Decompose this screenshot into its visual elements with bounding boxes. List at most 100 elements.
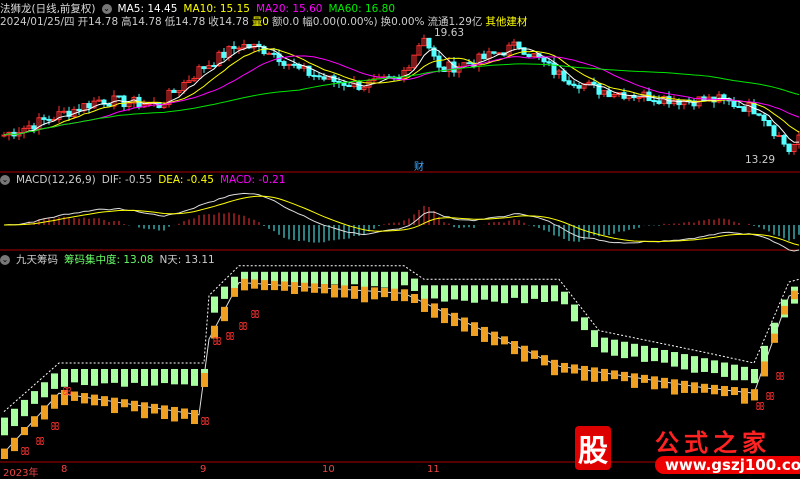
chip-upper-block — [571, 304, 578, 322]
chip-lower-block — [521, 345, 528, 362]
chip-upper-block — [111, 369, 118, 383]
chip-lower-block — [31, 416, 38, 427]
candle-body — [451, 61, 457, 73]
chip-lower-block — [431, 303, 438, 318]
logo-icon: 股 — [575, 426, 611, 470]
candle-body — [231, 46, 237, 49]
chip-lower-block — [501, 336, 508, 345]
chip-lower-block — [411, 294, 418, 304]
ma20-line — [3, 55, 800, 136]
chip-lower-block — [571, 364, 578, 374]
butterfly-signal-icon: ꕥ — [20, 445, 30, 458]
chip-upper-block — [701, 358, 708, 372]
candle-body — [636, 96, 642, 99]
finance-marker[interactable]: 财 — [414, 158, 424, 173]
chip-lower-block — [191, 410, 198, 425]
chip-lower-block — [401, 289, 408, 302]
candle-body — [171, 89, 177, 93]
chip-lower-block — [671, 379, 678, 395]
chip-lower-block — [651, 376, 658, 390]
candle-body — [201, 66, 207, 70]
chip-lower-block — [621, 371, 628, 382]
chip-upper-block — [121, 369, 128, 387]
chip-lower-block — [291, 282, 298, 295]
candle-body — [466, 62, 472, 65]
candle-body — [41, 117, 47, 120]
macd-title[interactable]: MACD(12,26,9) — [16, 174, 96, 186]
dea-line — [3, 195, 800, 246]
candle-body — [576, 85, 582, 89]
chip-lower-block — [231, 287, 238, 297]
chip-upper-block — [341, 271, 348, 286]
candle-body — [266, 52, 272, 55]
macd-dif: DIF: -0.55 — [101, 173, 153, 186]
chip-upper-block — [441, 285, 448, 302]
x-tick: 11 — [427, 464, 440, 475]
chip-upper-block — [551, 285, 558, 302]
chip-lower-block — [111, 397, 118, 414]
candle-body — [436, 55, 442, 68]
chip-upper-block — [601, 337, 608, 353]
ma5-line — [3, 45, 800, 143]
chip-lower-block — [541, 355, 548, 366]
macd-header: ⌄ MACD(12,26,9) DIF: -0.55 DEA: -0.45 MA… — [0, 173, 286, 186]
chip-lower-block — [581, 365, 588, 381]
chip-lower-block — [241, 278, 248, 291]
chip-upper-block — [501, 285, 508, 304]
candle-body — [61, 110, 67, 113]
chip-lower-block — [331, 284, 338, 298]
chip-lower-block — [711, 384, 718, 395]
chip-lower-block — [421, 298, 428, 312]
logo-url: www.gszj100.com — [655, 456, 800, 474]
macd-dea: DEA: -0.45 — [158, 173, 214, 186]
chip-upper-block — [451, 285, 458, 300]
candle-body — [656, 100, 662, 104]
chip-upper-block — [711, 360, 718, 374]
candle-body — [771, 125, 777, 137]
chip-lower-block — [11, 437, 18, 452]
chip-upper-block — [41, 382, 48, 398]
candle-body — [741, 106, 747, 112]
chip-upper-block — [211, 296, 218, 313]
chip-lower-block — [51, 394, 58, 409]
chip-upper-block — [381, 271, 388, 288]
chip-lower-block — [781, 305, 788, 315]
candle-body — [426, 37, 432, 49]
chip-upper-block — [591, 330, 598, 348]
candle-body — [516, 41, 522, 49]
chips-title[interactable]: 九天筹码 — [16, 252, 58, 267]
chip-lower-block — [391, 288, 398, 301]
chip-lower-block — [481, 326, 488, 342]
chip-upper-block — [691, 356, 698, 373]
chip-lower-block — [181, 408, 188, 419]
chip-upper-block — [411, 278, 418, 291]
candle-body — [761, 114, 767, 121]
chip-lower-block — [471, 322, 478, 336]
chart-canvas[interactable]: ꕥꕥꕥꕥꕥꕥ ꕥꕥꕥꕥꕥꕥ — [0, 0, 800, 476]
chevron-down-icon[interactable]: ⌄ — [0, 254, 10, 265]
chevron-down-icon[interactable]: ⌄ — [0, 174, 10, 185]
candle-body — [756, 113, 762, 116]
x-tick: 8 — [61, 464, 68, 475]
chip-lower-block — [91, 394, 98, 406]
candle-body — [321, 76, 327, 80]
candle-body — [1, 134, 7, 137]
chip-lower-block — [41, 405, 48, 420]
candle-body — [86, 103, 92, 109]
chip-upper-block — [351, 271, 358, 285]
chip-upper-block — [161, 369, 168, 384]
candle-body — [291, 63, 297, 66]
chip-upper-block — [741, 366, 748, 381]
chip-lower-block — [101, 396, 108, 407]
chip-lower-block — [201, 373, 208, 387]
candle-body — [331, 75, 337, 83]
candle-body — [346, 84, 352, 88]
chip-lower-block — [361, 286, 368, 303]
candle-body — [526, 53, 532, 58]
candle-body — [546, 61, 552, 64]
x-tick: 9 — [200, 464, 207, 475]
candle-body — [566, 80, 572, 85]
butterfly-signal-icon: ꕥ — [50, 420, 60, 433]
chip-upper-block — [221, 286, 228, 299]
chip-upper-block — [761, 345, 768, 362]
